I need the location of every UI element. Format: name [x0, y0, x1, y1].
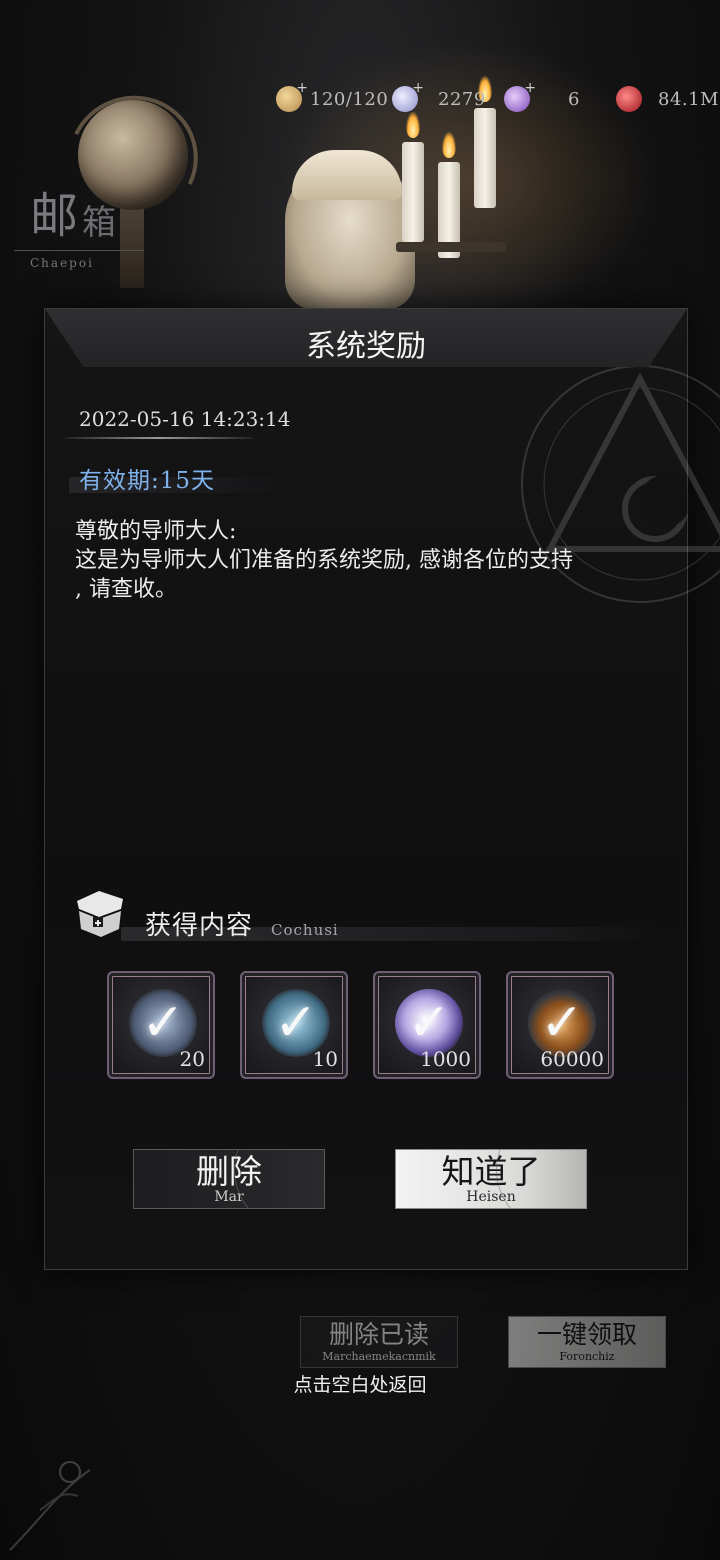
resource-value: 84.1M	[658, 88, 720, 110]
chest-icon	[77, 891, 123, 937]
rewards-sublabel: Cochusi	[271, 921, 339, 939]
delete-read-button[interactable]: 删除已读 Marchaemekacnmik	[300, 1316, 458, 1368]
resource-value: 120/120	[310, 88, 389, 110]
rewards-label: 获得内容	[145, 911, 254, 941]
reward-item-diamond[interactable]: ✓ 1000	[373, 971, 481, 1079]
delete-read-label: 删除已读	[328, 1320, 429, 1349]
reward-quantity: 20	[179, 1047, 205, 1071]
candelabra-base	[396, 242, 506, 252]
plus-icon[interactable]: +	[524, 80, 536, 96]
mailbox-title-small: 箱	[82, 203, 117, 243]
mailbox-title-big: 邮	[30, 188, 79, 244]
reward-quantity: 10	[312, 1047, 338, 1071]
mail-date: 2022-05-16 14:23:14	[79, 407, 291, 431]
reward-list: ✓ 20 ✓ 10 ✓ 1000 ✓ 60000	[107, 971, 627, 1081]
mailbox-title: 邮 箱	[30, 192, 116, 240]
acknowledge-button[interactable]: 知道了 Heisen	[395, 1149, 587, 1209]
resource-purple-gem[interactable]: + 6	[504, 80, 580, 114]
button-ornament	[234, 1150, 324, 1208]
gem-icon: +	[504, 80, 536, 112]
mail-detail-panel: 系统奖励 2022-05-16 14:23:14 有效期:15天 尊敬的导师大人…	[44, 308, 720, 1270]
claim-all-button[interactable]: 一键领取 Foronchiz	[508, 1316, 666, 1368]
divider	[14, 250, 144, 251]
mailbox-subtitle: Chaepoi	[30, 256, 94, 270]
mail-title: 系统奖励	[306, 329, 426, 364]
claim-all-sublabel: Foronchiz	[559, 1350, 615, 1363]
rewards-header: 获得内容 Cochusi	[71, 887, 657, 943]
flower-ornament-icon	[9, 1461, 91, 1551]
delete-read-sublabel: Marchaemekacnmik	[322, 1350, 436, 1363]
ruby-icon	[616, 86, 642, 112]
claim-all-label: 一键领取	[536, 1320, 637, 1349]
reward-item-scroll[interactable]: ✓ 20	[107, 971, 215, 1079]
mail-body-line: 这是为导师大人们准备的系统奖励, 感谢各位的支持	[75, 548, 573, 573]
mail-expiry: 有效期:15天	[79, 468, 216, 494]
flame-icon	[406, 112, 420, 138]
plus-icon[interactable]: +	[296, 80, 308, 96]
reward-quantity: 60000	[540, 1047, 604, 1071]
crystal-icon: +	[392, 80, 424, 112]
resource-value: 2279	[438, 88, 486, 110]
tap-to-return-hint[interactable]: 点击空白处返回	[0, 1370, 720, 1397]
resource-stamina[interactable]: + 120/120	[276, 80, 389, 114]
reward-quantity: 1000	[420, 1047, 471, 1071]
reward-item-crystal[interactable]: ✓ 10	[240, 971, 348, 1079]
resource-red-gem[interactable]: 84.1M	[616, 84, 719, 114]
divider	[65, 437, 253, 439]
delete-button[interactable]: 删除 Mar	[133, 1149, 325, 1209]
scroll-icon: +	[276, 80, 308, 112]
flame-icon	[442, 132, 456, 158]
header-scene: + 120/120 + 2279 + 6 84.1M 邮 箱 Chaepoi	[0, 0, 720, 320]
mail-body-line: 尊敬的导师大人:	[75, 519, 237, 544]
button-ornament	[496, 1150, 586, 1208]
resource-value: 6	[568, 88, 580, 110]
resource-crystal[interactable]: + 2279	[392, 80, 486, 114]
candle-icon	[474, 108, 496, 208]
mail-body-line: , 请查收。	[75, 577, 177, 602]
mail-body: 尊敬的导师大人: 这是为导师大人们准备的系统奖励, 感谢各位的支持 , 请查收。	[75, 517, 665, 604]
reward-item-food[interactable]: ✓ 60000	[506, 971, 614, 1079]
plus-icon[interactable]: +	[412, 80, 424, 96]
candle-icon	[402, 142, 424, 242]
